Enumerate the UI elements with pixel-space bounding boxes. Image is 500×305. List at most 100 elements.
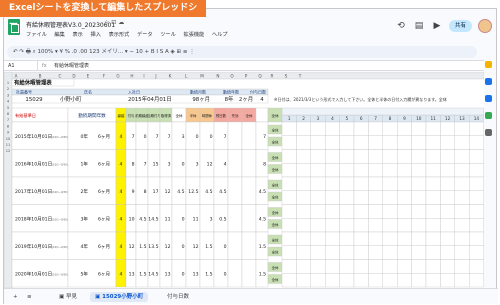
toolbar[interactable]: ↶ ↷ 🖶 ⌕ 100% ▾ ¥ % .0 .00 123 メイリ... ▾ −…: [7, 46, 477, 58]
row-number: 10: [6, 137, 11, 141]
row-tenure-months: 6ヶ月: [98, 162, 110, 168]
tab-employee-15029[interactable]: ▣ 15029小野小町: [90, 292, 149, 302]
date-entry-cell: [281, 273, 297, 288]
row-value: 12: [129, 244, 135, 250]
history-icon[interactable]: ⟲: [395, 20, 407, 32]
row-badge-label: 全休: [272, 128, 279, 133]
date-entry-cell: [339, 163, 355, 178]
column-letter: R: [271, 73, 274, 78]
date-entry-cell: [411, 163, 427, 178]
column-letter: S: [285, 73, 288, 78]
menu-format[interactable]: 表示形式: [109, 32, 130, 38]
row-value: 0: [196, 134, 199, 140]
row-carry-value: 4: [120, 189, 123, 195]
row-value: 12: [207, 162, 213, 168]
maps-icon[interactable]: [484, 112, 492, 119]
row-value: 0: [182, 272, 185, 278]
menu-view[interactable]: 表示: [72, 32, 82, 38]
menu-extensions[interactable]: 拡張機能: [183, 32, 204, 38]
row-value: 4.5: [219, 189, 226, 195]
column-letter: T: [298, 73, 302, 78]
date-entry-cell: [425, 149, 441, 164]
menu-tools[interactable]: ツール: [160, 32, 176, 38]
row-value: 7: [168, 134, 171, 140]
date-entry-cell: [296, 245, 311, 260]
menu-edit[interactable]: 編集: [54, 32, 64, 38]
date-entry-cell: [325, 176, 340, 191]
menu-bar: ファイル 編集 表示 挿入 表示形式 データ ツール 拡張機能 ヘルプ: [26, 31, 233, 38]
header-cell: 繰越: [118, 113, 125, 118]
date-entry-cell: [454, 231, 470, 246]
row-number: 3: [7, 93, 9, 97]
date-entry-cell: [281, 204, 297, 219]
avatar[interactable]: [478, 19, 492, 33]
row-value: 14.5: [148, 272, 158, 278]
tenure-months: 98ヶ月: [192, 96, 210, 103]
row-lapse-cell: [227, 176, 243, 205]
row-carry-value: 4: [120, 162, 123, 168]
row-value: 3: [196, 162, 199, 168]
date-entry-cell: [469, 204, 484, 219]
date-entry-cell: [281, 163, 297, 178]
name-box[interactable]: A1: [8, 61, 38, 71]
header-cell: 全休: [176, 113, 183, 118]
header-cell: 付与: [128, 113, 135, 118]
row-base-date: 2020年10月01日: [15, 271, 52, 278]
comment-icon[interactable]: ▤: [413, 20, 425, 32]
grant-days: 4: [260, 97, 264, 103]
formula-input[interactable]: 有給休暇管理表: [54, 61, 89, 71]
add-addon-icon[interactable]: [484, 129, 492, 136]
date-entry-cell: [325, 273, 340, 288]
meet-icon[interactable]: ▶: [431, 20, 443, 32]
date-entry-cell: [281, 135, 297, 150]
tab-hayami[interactable]: ▣ 早見: [54, 292, 82, 302]
row-base-date: 2019年10月01日: [15, 243, 52, 250]
contacts-icon[interactable]: [484, 95, 492, 102]
employee-id: 15029: [25, 97, 43, 103]
menu-file[interactable]: ファイル: [26, 32, 47, 38]
title-action-icons[interactable]: ☆ ⊡ ☁: [104, 19, 124, 26]
formula-bar: A1 fx 有給休暇管理表: [4, 60, 484, 71]
date-entry-cell: [339, 259, 355, 274]
sheet-grid-svg[interactable]: A B C D E F G H I J K L M N O P Q R S T123456789101112有給休暇管…: [4, 72, 484, 288]
column-letter: E: [87, 73, 90, 78]
menu-help[interactable]: ヘルプ: [212, 32, 228, 38]
date-entry-cell: [368, 121, 383, 136]
date-entry-cell: [296, 231, 311, 246]
row-lapse-cell: [227, 121, 243, 150]
date-entry-cell: [454, 135, 470, 150]
document-title[interactable]: 有給休暇管理表V3.0_20230601: [26, 20, 115, 29]
date-entry-cell: [440, 231, 455, 246]
menu-insert[interactable]: 挿入: [91, 32, 101, 38]
row-value: 4.5: [139, 217, 146, 223]
date-entry-cell: [454, 121, 470, 136]
add-sheet-button[interactable]: +: [8, 292, 23, 302]
date-entry-cell: [310, 204, 326, 219]
row-tenure-months: 6ヶ月: [98, 189, 110, 195]
date-entry-cell: [281, 231, 297, 246]
date-entry-cell: [353, 204, 369, 219]
date-entry-cell: [296, 135, 311, 150]
row-carry-value: 4: [120, 134, 123, 140]
menu-data[interactable]: データ: [137, 32, 153, 38]
date-entry-cell: [368, 245, 383, 260]
column-letter: B: [39, 73, 42, 78]
share-button[interactable]: 共有: [448, 20, 472, 32]
column-letter: N: [216, 73, 219, 78]
date-entry-cell: [425, 204, 441, 219]
tab-grant-days[interactable]: 付与日数: [162, 292, 194, 302]
keep-icon[interactable]: [484, 61, 492, 68]
row-lapse-cell: [241, 259, 257, 288]
date-entry-cell: [296, 163, 311, 178]
row-date-range: (10/1~9/30): [52, 190, 68, 194]
sheet-grid[interactable]: A B C D E F G H I J K L M N O P Q R S T 1 2 3 4 5 6 7 8 9 10 11 12 有給休暇管…: [4, 72, 484, 288]
all-sheets-button[interactable]: ≡: [22, 292, 37, 302]
row-badge-label: 全休: [272, 250, 279, 255]
day-number: 2: [302, 116, 305, 121]
date-entry-cell: [296, 176, 311, 191]
tasks-icon[interactable]: [484, 78, 492, 85]
row-value: 4.5: [177, 189, 184, 195]
date-entry-cell: [425, 218, 441, 233]
row-lapse-cell: [227, 259, 243, 288]
row-lapse-cell: [241, 231, 257, 260]
